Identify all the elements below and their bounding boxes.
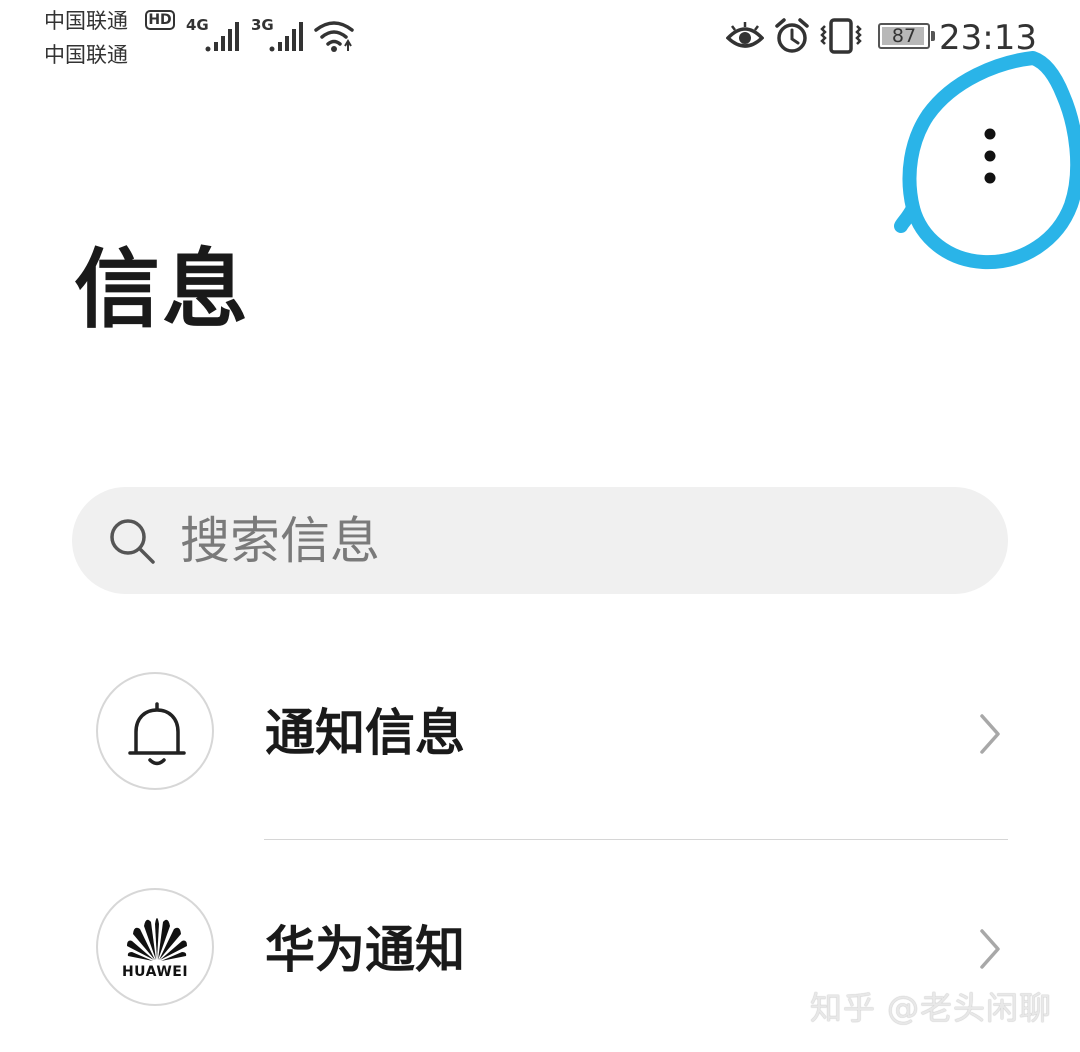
chevron-right-icon <box>980 929 1000 969</box>
page-title: 信息 <box>74 240 250 340</box>
carrier-name-2: 中国联通 <box>44 43 128 67</box>
search-icon <box>110 519 155 564</box>
eye-icon <box>726 22 764 48</box>
wifi-icon <box>314 21 354 52</box>
list-item-notifications[interactable]: 通知信息 <box>0 658 1080 808</box>
more-options-button[interactable] <box>960 118 1020 198</box>
avatar <box>96 672 214 790</box>
carrier-name-1: 中国联通 <box>44 9 128 33</box>
list-item-label: 华为通知 <box>265 921 465 979</box>
alarm-icon <box>775 18 809 53</box>
search-input[interactable] <box>180 487 960 594</box>
bell-icon <box>128 702 186 766</box>
hd-badge: HD <box>145 10 175 30</box>
signal-icon <box>269 22 303 52</box>
watermark: 知乎 @老头闲聊 <box>809 989 1052 1027</box>
huawei-logo-text: HUAWEI <box>121 964 189 980</box>
signal-icon <box>205 22 239 52</box>
vibrate-icon <box>820 18 862 54</box>
more-vertical-icon <box>984 128 996 184</box>
list-item-label: 通知信息 <box>265 704 465 762</box>
search-bar[interactable] <box>72 487 1008 594</box>
list-divider <box>264 839 1008 840</box>
huawei-logo <box>127 918 187 961</box>
battery-icon: 87 <box>878 23 935 49</box>
chevron-right-icon <box>980 714 1000 754</box>
avatar: HUAWEI <box>96 888 214 1006</box>
battery-level: 87 <box>891 25 917 47</box>
